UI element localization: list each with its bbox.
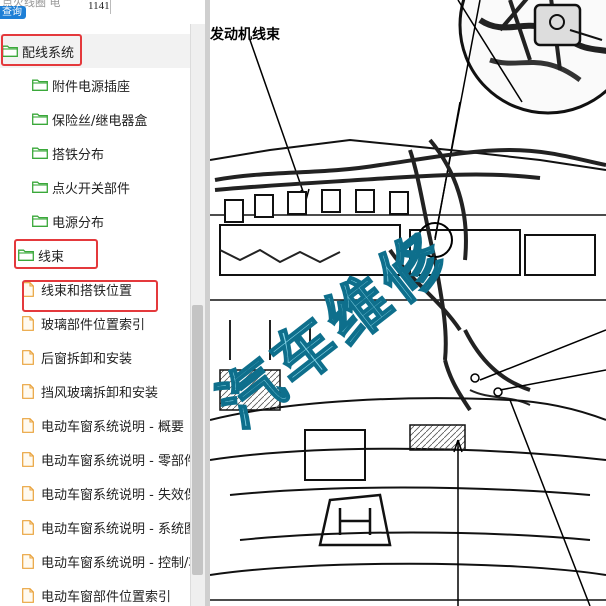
tree-item[interactable]: 附件电源插座 (0, 68, 190, 102)
document-icon (22, 553, 34, 569)
tree-item[interactable]: 电源分布 (0, 204, 190, 238)
tree-item[interactable]: 后窗拆卸和安装 (0, 340, 190, 374)
tree-item-label: 电动车窗系统说明 - 概要 (41, 419, 184, 435)
document-icon (22, 519, 34, 535)
result-count: 1141 (88, 0, 110, 12)
engine-harness-caption: 发动机线束 (210, 27, 280, 43)
tree-item[interactable]: 挡风玻璃拆卸和安装 (0, 374, 190, 408)
folder-icon (32, 79, 48, 91)
tree-item-label: 电动车窗系统说明 - 零部件 (41, 453, 190, 469)
tree-item-label: 附件电源插座 (52, 79, 131, 95)
folder-icon (32, 147, 48, 159)
document-icon (22, 383, 34, 399)
document-icon (22, 315, 34, 331)
tree-item[interactable]: 电动车窗系统说明 - 零部件 (0, 442, 190, 476)
tree-item-label: 电动车窗系统说明 - 控制/功能 (41, 555, 190, 571)
folder-icon (32, 181, 48, 193)
tree-item[interactable]: 电动车窗部件位置索引 (0, 578, 190, 606)
tree-item-label: 搭铁分布 (52, 147, 105, 163)
folder-icon (32, 113, 48, 125)
engine-harness-illustration: 汽车维修 (210, 0, 606, 606)
tree-item[interactable]: 线束 (0, 238, 190, 272)
folder-icon (2, 45, 18, 57)
query-button[interactable]: 查询 (0, 6, 26, 19)
tree-item-label: 玻璃部件位置索引 (41, 317, 146, 333)
document-icon (22, 485, 34, 501)
tree-item-label: 保险丝/继电器盒 (52, 113, 148, 129)
tree-item-label: 配线系统 (22, 45, 75, 61)
tree-item[interactable]: 电动车窗系统说明 - 概要 (0, 408, 190, 442)
tree-item-label: 电动车窗系统说明 - 失效保护 (41, 487, 190, 503)
tree-item-label: 点火开关部件 (52, 181, 131, 197)
folder-icon (32, 215, 48, 227)
tree-item-label: 电源分布 (52, 215, 105, 231)
tree-panel: 点火线圈 电 1141 查询 配线系统附件电源插座保险丝/继电器盒 搭铁分布点火开… (0, 0, 205, 606)
folder-icon (18, 249, 34, 261)
tree-item-label: 电动车窗系统说明 - 系统图 (41, 521, 190, 537)
tree-item[interactable]: 搭铁分布 (0, 136, 190, 170)
tree-item[interactable]: 电动车窗系统说明 - 系统图 (0, 510, 190, 544)
tree-item-label: 挡风玻璃拆卸和安装 (41, 385, 159, 401)
separator (110, 0, 111, 14)
tree-item[interactable]: 电动车窗系统说明 - 失效保护 (0, 476, 190, 510)
document-icon (22, 417, 34, 433)
tree-item[interactable]: 保险丝/继电器盒 (0, 102, 190, 136)
tree-item[interactable]: 线束和搭铁位置 (0, 272, 190, 306)
watermark-text: 汽车维修 (210, 217, 464, 442)
tree-item[interactable]: 配线系统 (0, 34, 190, 68)
tree-item[interactable]: 点火开关部件 (0, 170, 190, 204)
document-icon (22, 451, 34, 467)
document-icon (22, 349, 34, 365)
tree-item-label: 线束 (38, 249, 65, 265)
tree-item-label: 电动车窗部件位置索引 (41, 589, 172, 605)
tree-item-label: 线束和搭铁位置 (41, 283, 133, 299)
search-strip: 点火线圈 电 1141 查询 (0, 0, 205, 24)
diagram-view: 汽车维修 发动机线束 (210, 0, 606, 606)
tree-item[interactable]: 玻璃部件位置索引 (0, 306, 190, 340)
watermark: 汽车维修 (210, 216, 465, 443)
tree-item[interactable]: 电动车窗系统说明 - 控制/功能 (0, 544, 190, 578)
document-icon (22, 281, 34, 297)
document-icon (22, 587, 34, 603)
tree-item-label: 后窗拆卸和安装 (41, 351, 133, 367)
scrollbar-thumb[interactable] (192, 305, 203, 575)
